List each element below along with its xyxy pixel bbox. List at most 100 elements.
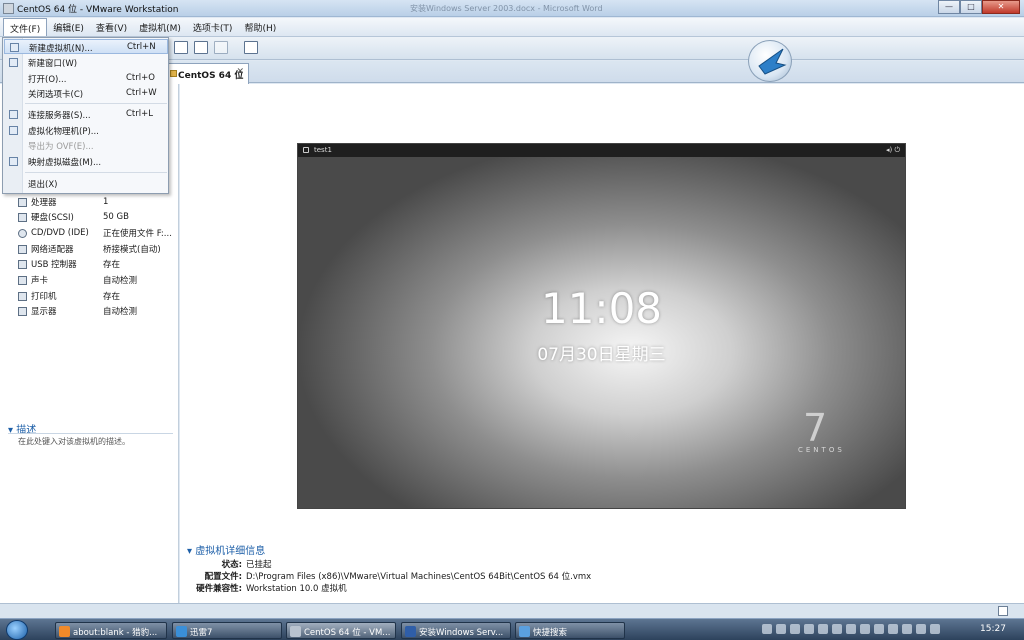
tray-icon[interactable] — [818, 624, 828, 634]
taskbar-item-quicksearch[interactable]: 快捷搜索 — [515, 622, 625, 639]
virtualize-icon — [9, 126, 18, 135]
menuitem-close-tab[interactable]: 关闭选项卡(C) Ctrl+W — [4, 86, 168, 101]
minimize-button[interactable]: — — [938, 0, 960, 14]
lock-icon — [303, 147, 309, 153]
menu-help[interactable]: 帮助(H) — [238, 18, 282, 36]
menuitem-virtualize-physical[interactable]: 虚拟化物理机(P)... — [4, 123, 168, 138]
new-window-icon — [9, 58, 18, 67]
menuitem-connect-server[interactable]: 连接服务器(S)... Ctrl+L — [4, 107, 168, 122]
tab-close-icon[interactable]: ✕ — [236, 67, 244, 77]
title-bar: CentOS 64 位 - VMware Workstation 安装Windo… — [0, 0, 1024, 17]
tab-label: CentOS 64 位 — [178, 71, 244, 81]
taskbar-item-word[interactable]: 安装Windows Serv... — [401, 622, 511, 639]
display-icon — [18, 306, 27, 316]
device-row-usb[interactable]: USB 控制器 存在 — [18, 257, 120, 271]
close-button[interactable]: ✕ — [982, 0, 1020, 14]
tray-icon[interactable] — [790, 624, 800, 634]
menuitem-export-ovf: 导出为 OVF(E)... — [28, 142, 94, 152]
tray-icon[interactable] — [804, 624, 814, 634]
description-divider — [8, 433, 173, 434]
centos-version-mark: 7 — [803, 406, 828, 450]
menu-edit[interactable]: 编辑(E) — [47, 18, 90, 36]
cd-dvd-icon — [18, 228, 27, 238]
menuitem-exit[interactable]: 退出(X) — [4, 176, 168, 191]
taskbar: about:blank - 猎豹... 迅雷7 CentOS 64 位 - VM… — [0, 618, 1024, 640]
tray-icon[interactable] — [888, 624, 898, 634]
tray-icon[interactable] — [916, 624, 926, 634]
lockscreen-date: 07月30日星期三 — [537, 345, 666, 365]
taskbar-item-xunlei[interactable]: 迅雷7 — [172, 622, 282, 639]
menu-separator — [25, 103, 167, 104]
detail-row-status: 状态: 已挂起 — [221, 560, 272, 570]
file-menu-dropdown: 新建虚拟机(N)... Ctrl+N 新建窗口(W) 打开(O)... Ctrl… — [2, 37, 169, 194]
device-row-cdrom[interactable]: CD/DVD (IDE) 正在使用文件 F:... — [18, 226, 172, 240]
network-adapter-icon — [18, 244, 27, 254]
maximize-button[interactable]: □ — [960, 0, 982, 14]
device-row-harddisk[interactable]: 硬盘(SCSI) 50 GB — [18, 210, 129, 224]
sound-icon — [18, 275, 27, 285]
tray-icon[interactable] — [832, 624, 842, 634]
vmware-logo — [748, 40, 792, 82]
device-row-printer[interactable]: 打印机 存在 — [18, 289, 120, 303]
full-screen-icon[interactable] — [194, 41, 208, 54]
device-row-network[interactable]: 网络适配器 桥接模式(自动) — [18, 242, 161, 256]
menuitem-open[interactable]: 打开(O)... Ctrl+O — [4, 71, 168, 86]
menuitem-map-disk[interactable]: 映射虚拟磁盘(M)... — [4, 154, 168, 169]
guest-username: test1 — [314, 146, 332, 154]
detail-row-compat: 硬件兼容性: Workstation 10.0 虚拟机 — [196, 584, 347, 594]
device-row-display[interactable]: 显示器 自动检测 — [18, 304, 137, 318]
collapse-triangle-icon: ▾ — [8, 425, 17, 436]
unity-icon[interactable] — [214, 41, 228, 54]
system-tray — [762, 624, 944, 636]
taskbar-item-vmware[interactable]: CentOS 64 位 - VM... — [286, 622, 396, 639]
search-icon — [519, 626, 530, 637]
tray-icon[interactable] — [776, 624, 786, 634]
centos-wordmark: CENTOS — [798, 446, 845, 454]
guest-status-icons: ◂) ⏻ — [885, 146, 900, 154]
view-icon[interactable] — [244, 41, 258, 54]
device-row-cpu[interactable]: 处理器 1 — [18, 195, 108, 209]
menu-tabs[interactable]: 选项卡(T) — [187, 18, 239, 36]
menu-separator — [25, 172, 167, 173]
vm-tab-icon — [170, 70, 177, 77]
new-vm-icon — [10, 43, 19, 52]
tab-centos[interactable]: CentOS 64 位 ✕ — [167, 63, 249, 84]
vmware-app-icon[interactable] — [3, 3, 14, 14]
map-disk-icon — [9, 157, 18, 166]
tray-icon[interactable] — [762, 624, 772, 634]
usb-icon — [18, 259, 27, 269]
lockscreen-clock: 11:08 — [540, 284, 663, 333]
details-heading[interactable]: ▾ 虚拟机详细信息 — [187, 542, 265, 557]
tray-icon[interactable] — [874, 624, 884, 634]
window-title: CentOS 64 位 - VMware Workstation — [17, 5, 179, 15]
taskbar-clock[interactable]: 15:27 — [980, 624, 1006, 634]
detail-row-config: 配置文件: D:\Program Files (x86)\VMware\Virt… — [204, 572, 592, 582]
browser-icon — [59, 626, 70, 637]
printer-icon — [18, 291, 27, 301]
lockscreen-background — [298, 157, 905, 508]
xunlei-icon — [176, 626, 187, 637]
background-window-title: 安装Windows Server 2003.docx - Microsoft W… — [410, 4, 603, 13]
status-icon[interactable] — [998, 606, 1008, 616]
menu-vm[interactable]: 虚拟机(M) — [133, 18, 187, 36]
menu-file[interactable]: 文件(F) — [3, 18, 48, 36]
tray-icon[interactable] — [930, 624, 940, 634]
device-row-sound[interactable]: 声卡 自动检测 — [18, 273, 137, 287]
tray-icon[interactable] — [846, 624, 856, 634]
cpu-icon — [18, 197, 27, 207]
menu-bar: 文件(F) 编辑(E) 查看(V) 虚拟机(M) 选项卡(T) 帮助(H) — [0, 18, 1024, 37]
collapse-triangle-icon: ▾ — [187, 546, 196, 557]
menu-view[interactable]: 查看(V) — [90, 18, 133, 36]
guest-screen[interactable]: test1 ◂) ⏻ 11:08 07月30日星期三 7 CENTOS — [297, 143, 906, 509]
tray-icon[interactable] — [902, 624, 912, 634]
taskbar-item-browser[interactable]: about:blank - 猎豹... — [55, 622, 167, 639]
start-button[interactable] — [6, 620, 28, 640]
description-placeholder[interactable]: 在此处键入对该虚拟机的描述。 — [18, 436, 130, 447]
show-console-icon[interactable] — [174, 41, 188, 54]
vmware-icon — [290, 626, 301, 637]
menuitem-new-window[interactable]: 新建窗口(W) — [4, 55, 168, 70]
tray-icon[interactable] — [860, 624, 870, 634]
word-icon — [405, 626, 416, 637]
status-bar — [0, 603, 1024, 618]
menuitem-new-vm[interactable]: 新建虚拟机(N)... Ctrl+N — [4, 39, 168, 54]
